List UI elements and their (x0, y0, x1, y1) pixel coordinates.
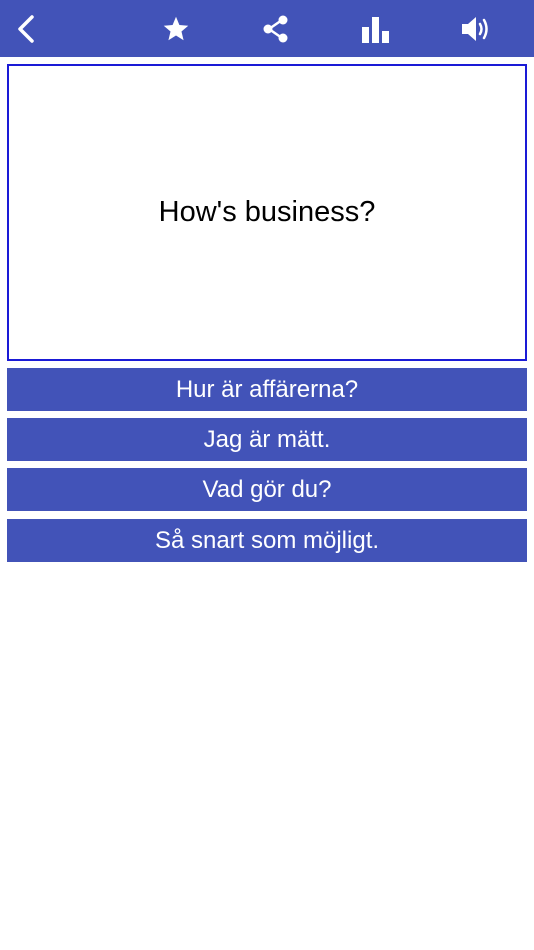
favorite-button[interactable] (146, 0, 206, 57)
chevron-left-icon (18, 14, 34, 43)
toolbar (0, 0, 534, 57)
speaker-icon (462, 16, 488, 41)
answer-option-1[interactable]: Hur är affärerna? (7, 368, 527, 411)
answer-option-3[interactable]: Vad gör du? (7, 468, 527, 511)
bar-chart-icon (362, 16, 389, 43)
star-icon (163, 16, 189, 40)
share-icon (263, 15, 288, 42)
question-text: How's business? (158, 196, 376, 228)
share-button[interactable] (246, 0, 306, 57)
answer-option-4[interactable]: Så snart som möjligt. (7, 519, 527, 562)
stats-button[interactable] (346, 0, 406, 57)
question-card: How's business? (7, 64, 527, 361)
speak-button[interactable] (446, 0, 506, 57)
answer-option-2[interactable]: Jag är mätt. (7, 418, 527, 461)
back-button[interactable] (0, 0, 56, 57)
